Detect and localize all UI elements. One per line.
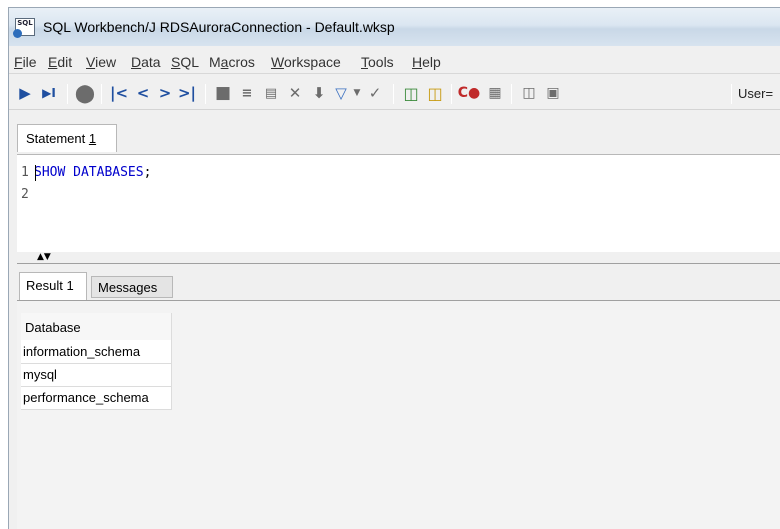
- app-window: SQL SQL Workbench/J RDSAuroraConnection …: [8, 7, 780, 529]
- filter-icon[interactable]: ▽: [331, 83, 351, 103]
- menu-macros[interactable]: Macros: [209, 54, 255, 70]
- sql-statement[interactable]: SHOW DATABASES;: [34, 165, 151, 180]
- plug-icon: [13, 29, 22, 38]
- menu-help[interactable]: Help: [412, 54, 441, 70]
- toolbar-separator: [451, 84, 452, 104]
- insert-row-icon[interactable]: ≡: [237, 83, 257, 103]
- remove-filter-icon[interactable]: ✓: [365, 83, 385, 103]
- first-icon[interactable]: |<: [109, 83, 129, 103]
- text-caret: [35, 165, 36, 181]
- menu-workspace[interactable]: Workspace: [271, 54, 341, 70]
- save-icon[interactable]: ■: [213, 83, 233, 103]
- title-bar[interactable]: SQL SQL Workbench/J RDSAuroraConnection …: [9, 8, 780, 46]
- menu-bar: File Edit View Data SQL Macros Workspace…: [9, 50, 780, 74]
- toolbar-separator: [511, 84, 512, 104]
- statement-tab-bar: Statement 1: [9, 112, 780, 154]
- table-row[interactable]: performance_schema: [21, 386, 172, 410]
- table-cell[interactable]: performance_schema: [21, 386, 172, 410]
- menu-view[interactable]: View: [86, 54, 116, 70]
- toolbar-separator: [67, 84, 68, 104]
- statement-tab-label: Statement: [26, 131, 89, 146]
- line-number: 2: [21, 187, 29, 202]
- database-icon[interactable]: ◫: [401, 83, 421, 103]
- stop-icon[interactable]: ⬤: [75, 83, 95, 104]
- result-grid-pane: Database information_schema mysql perfor…: [17, 300, 780, 529]
- menu-data[interactable]: Data: [131, 54, 161, 70]
- splitter-arrows-icon[interactable]: ▲▼: [37, 253, 51, 262]
- tab-statement-1[interactable]: Statement 1: [17, 124, 117, 152]
- toolbar-separator: [205, 84, 206, 104]
- toolbar-separator: [393, 84, 394, 104]
- window-title: SQL Workbench/J RDSAuroraConnection - De…: [43, 19, 395, 35]
- copy-row-icon[interactable]: ▤: [261, 83, 281, 103]
- menu-edit[interactable]: Edit: [48, 54, 72, 70]
- line-number: 1: [21, 165, 29, 180]
- rollback-icon[interactable]: C●: [458, 83, 481, 103]
- editor-results-splitter[interactable]: ▲▼: [17, 252, 780, 264]
- delete-row-icon[interactable]: ✕: [285, 83, 305, 103]
- column-header-database[interactable]: Database: [21, 313, 172, 340]
- sql-editor[interactable]: 1 2 SHOW DATABASES;: [17, 154, 780, 252]
- menu-file[interactable]: File: [14, 54, 37, 70]
- commit-icon[interactable]: ⬇: [309, 83, 329, 103]
- result-tab-bar: Result 1 Messages: [17, 264, 780, 300]
- execute-current-icon[interactable]: ▶: [15, 83, 35, 103]
- menu-sql[interactable]: SQL: [171, 54, 199, 70]
- toolbar-separator: [101, 84, 102, 104]
- result-table: Database information_schema mysql perfor…: [21, 313, 172, 410]
- tab-messages[interactable]: Messages: [91, 276, 173, 298]
- execute-selected-icon[interactable]: ▶I: [39, 83, 59, 103]
- table-row[interactable]: information_schema: [21, 340, 172, 364]
- sql-keyword: SHOW DATABASES: [34, 165, 144, 180]
- data-icon[interactable]: ◫: [519, 83, 539, 103]
- app-icon-text: SQL: [17, 19, 33, 27]
- statement-tab-number: 1: [88, 131, 97, 146]
- window-icon[interactable]: ▣: [543, 83, 563, 103]
- toolbar: ▶ ▶I ⬤ |< < > >| ■ ≡ ▤ ✕ ⬇ ▽ ▼ ✓ ◫ ◫ C● …: [9, 76, 780, 110]
- last-icon[interactable]: >|: [177, 83, 197, 103]
- table-cell[interactable]: information_schema: [21, 340, 172, 364]
- user-label: User=: [738, 86, 774, 101]
- table-row[interactable]: mysql: [21, 363, 172, 387]
- tab-result-1[interactable]: Result 1: [19, 272, 87, 300]
- toolbar-separator: [731, 84, 732, 104]
- filter-dropdown-icon[interactable]: ▼: [351, 83, 363, 103]
- next-icon[interactable]: >: [155, 83, 175, 103]
- sql-terminator: ;: [143, 165, 152, 180]
- database-explorer-icon[interactable]: ◫: [425, 83, 445, 103]
- table-icon[interactable]: ▦: [485, 83, 505, 103]
- sql-workbench-icon[interactable]: SQL: [13, 18, 35, 38]
- menu-tools[interactable]: Tools: [361, 54, 394, 70]
- previous-icon[interactable]: <: [133, 83, 153, 103]
- table-cell[interactable]: mysql: [21, 363, 172, 387]
